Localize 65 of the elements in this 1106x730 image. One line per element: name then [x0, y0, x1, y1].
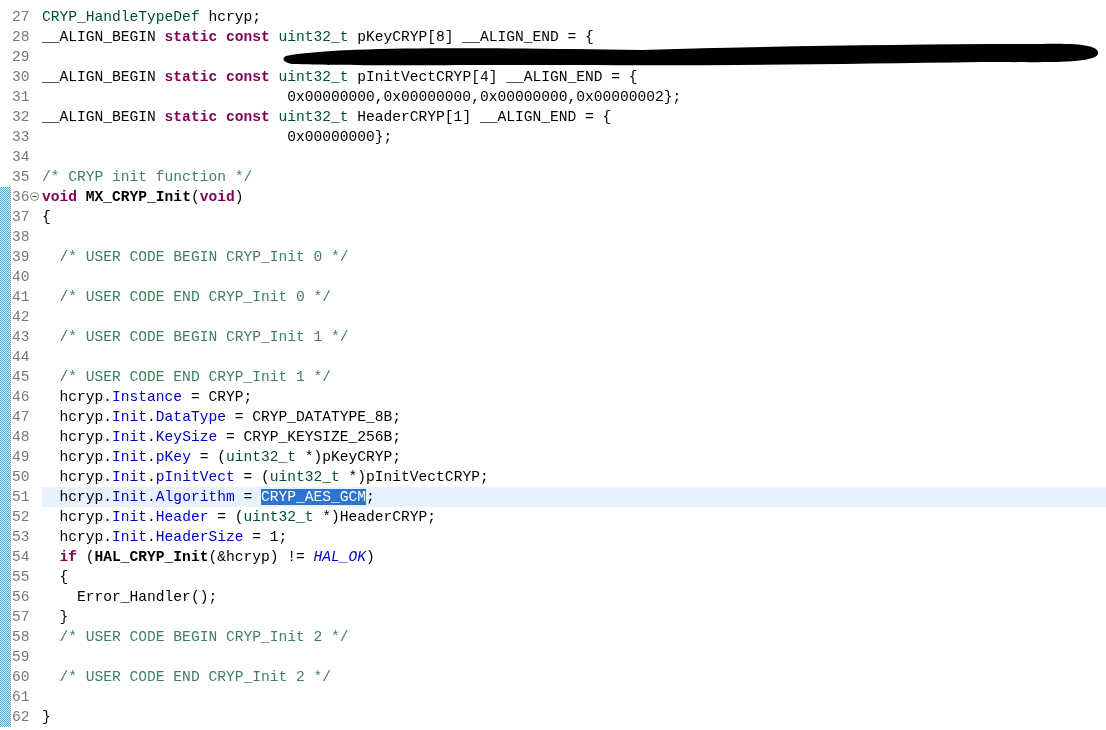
line-number: 44	[11, 348, 31, 367]
code-line: Error_Handler();	[76, 589, 218, 605]
code-line: void MX_CRYP_Init(void)	[42, 189, 244, 205]
line-number: 34	[11, 148, 31, 167]
code-line: /* USER CODE END CRYP_Init 2 */	[58, 669, 331, 685]
code-line: hcryp.Init.KeySize = CRYP_KEYSIZE_256B;	[58, 429, 402, 445]
code-line: __ALIGN_BEGIN static const uint32_t HeaderCRYP[1] __ALIGN_END = {	[42, 109, 612, 125]
code-line: /* USER CODE BEGIN CRYP_Init 1 */	[58, 329, 349, 345]
line-number: 50	[11, 468, 31, 487]
line-number: 36	[11, 188, 31, 207]
line-number: 31	[11, 88, 31, 107]
line-number: 40	[11, 268, 31, 287]
line-number: 27	[11, 8, 31, 27]
code-line: hcryp.Init.Header = (uint32_t *)HeaderCRYP;	[58, 509, 437, 525]
line-number: 55	[11, 568, 31, 587]
collapse-icon[interactable]	[30, 192, 39, 201]
line-number: 41	[11, 288, 31, 307]
code-line: hcryp.Init.pInitVect = (uint32_t *)pInitVectCRYP;	[58, 469, 489, 485]
line-number: 52	[11, 508, 31, 527]
code-line: }	[58, 609, 69, 625]
code-line: /* USER CODE END CRYP_Init 1 */	[58, 369, 331, 385]
line-number: 54	[11, 548, 31, 567]
line-number: 46	[11, 388, 31, 407]
line-number: 48	[11, 428, 31, 447]
line-number: 56	[11, 588, 31, 607]
line-number: 39	[11, 248, 31, 267]
line-number: 32	[11, 108, 31, 127]
line-number: 45	[11, 368, 31, 387]
line-number: 58	[11, 628, 31, 647]
code-line: if (HAL_CRYP_Init(&hcryp) != HAL_OK)	[58, 549, 375, 565]
line-number: 42	[11, 308, 31, 327]
line-number: 38	[11, 228, 31, 247]
code-line: hcryp.Init.Algorithm = CRYP_AES_GCM;	[58, 489, 375, 505]
code-line: /* USER CODE BEGIN CRYP_Init 2 */	[58, 629, 349, 645]
line-number: 60	[11, 668, 31, 687]
line-number: 35	[11, 168, 31, 187]
line-number: 47	[11, 408, 31, 427]
line-number: 29	[11, 48, 31, 67]
line-number: 51	[11, 488, 31, 507]
line-number: 62	[11, 708, 31, 727]
code-line: {	[58, 569, 69, 585]
code-line: __ALIGN_BEGIN static const uint32_t pKeyCRYP[8] __ALIGN_END = {	[42, 29, 594, 45]
line-number: 33	[11, 128, 31, 147]
code-line: 0x00000000,0x00000000,0x00000000,0x00000002};	[286, 89, 682, 105]
line-number: 43	[11, 328, 31, 347]
code-line: CRYP_HandleTypeDef hcryp;	[42, 9, 261, 25]
code-line: __ALIGN_BEGIN static const uint32_t pInitVectCRYP[4] __ALIGN_END = {	[42, 69, 638, 85]
line-number: 53	[11, 528, 31, 547]
line-number: 57	[11, 608, 31, 627]
code-line: hcryp.Instance = CRYP;	[58, 389, 253, 405]
code-line: hcryp.Init.HeaderSize = 1;	[58, 529, 288, 545]
line-number: 49	[11, 448, 31, 467]
code-line: {	[42, 209, 51, 225]
code-line: hcryp.Init.pKey = (uint32_t *)pKeyCRYP;	[58, 449, 402, 465]
line-number: 28	[11, 28, 31, 47]
code-line: hcryp.Init.DataType = CRYP_DATATYPE_8B;	[58, 409, 402, 425]
code-line: 0x00000000};	[286, 129, 393, 145]
code-line: /* USER CODE BEGIN CRYP_Init 0 */	[58, 249, 349, 265]
line-number: 59	[11, 648, 31, 667]
line-number: 37	[11, 208, 31, 227]
code-line: /* CRYP init function */	[42, 169, 253, 185]
line-number: 61	[11, 688, 31, 707]
code-line: }	[42, 709, 51, 725]
code-line: /* USER CODE END CRYP_Init 0 */	[58, 289, 331, 305]
line-number: 30	[11, 68, 31, 87]
